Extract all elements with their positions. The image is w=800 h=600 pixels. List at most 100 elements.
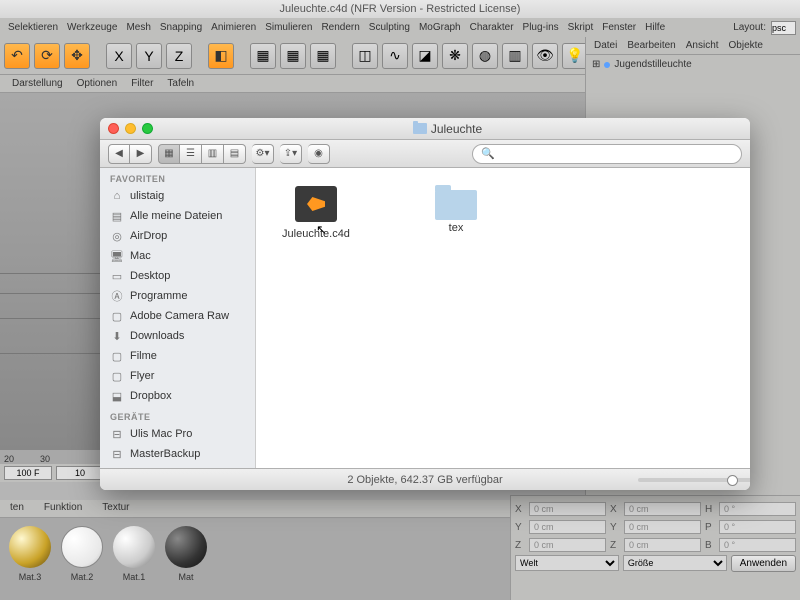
menu-item[interactable]: Mesh bbox=[122, 22, 154, 33]
menu-item[interactable]: Plug-ins bbox=[519, 22, 563, 33]
sidebar-item[interactable]: 🖥Mac bbox=[100, 246, 255, 266]
sidebar-item[interactable]: ▭Desktop bbox=[100, 266, 255, 286]
undo-button[interactable]: ↶ bbox=[4, 43, 30, 69]
zoom-button[interactable] bbox=[142, 123, 153, 134]
sidebar-item[interactable]: ▢Filme bbox=[100, 346, 255, 366]
sub-item[interactable]: Optionen bbox=[71, 78, 124, 89]
material-item[interactable]: Mat.1 bbox=[112, 526, 156, 592]
rp-menu-item[interactable]: Datei bbox=[590, 40, 621, 51]
primitive-button[interactable]: ◫ bbox=[352, 43, 378, 69]
menu-item[interactable]: Sculpting bbox=[365, 22, 414, 33]
environment-button[interactable]: ◍ bbox=[472, 43, 498, 69]
menu-item[interactable]: Hilfe bbox=[641, 22, 669, 33]
size-field[interactable]: 0 cm bbox=[624, 538, 701, 552]
size-select[interactable]: Größe bbox=[623, 555, 727, 571]
tick: 20 bbox=[4, 454, 14, 464]
redo-button[interactable]: ⟳ bbox=[34, 43, 60, 69]
material-tabs: ten Funktion Textur bbox=[0, 500, 585, 518]
sidebar-item[interactable]: ⌂ulistaig bbox=[100, 186, 255, 206]
search-input[interactable]: 🔍 bbox=[472, 144, 742, 164]
size-field[interactable]: 0 cm bbox=[624, 502, 701, 516]
menu-item[interactable]: MoGraph bbox=[415, 22, 465, 33]
airdrop-icon: ◎ bbox=[110, 229, 124, 243]
sidebar-item-label: Flyer bbox=[130, 370, 154, 382]
material-item[interactable]: Mat bbox=[164, 526, 208, 592]
sidebar-item[interactable]: ⬓Dropbox bbox=[100, 386, 255, 406]
file-area[interactable]: Juleuchte.c4dtex↖ bbox=[256, 168, 750, 468]
rp-menu-item[interactable]: Bearbeiten bbox=[623, 40, 679, 51]
rp-menu-item[interactable]: Ansicht bbox=[682, 40, 723, 51]
menu-item[interactable]: Selektieren bbox=[4, 22, 62, 33]
render-button[interactable]: ▦ bbox=[250, 43, 276, 69]
sidebar-item[interactable]: ▤Alle meine Dateien bbox=[100, 206, 255, 226]
menu-item[interactable]: Skript bbox=[564, 22, 598, 33]
action-button[interactable]: ⚙▾ bbox=[252, 144, 274, 164]
tab[interactable]: ten bbox=[0, 500, 34, 517]
coverflow-view-button[interactable]: ▤ bbox=[224, 144, 246, 164]
share-button[interactable]: ⇪▾ bbox=[280, 144, 302, 164]
x-axis-button[interactable]: X bbox=[106, 43, 132, 69]
finder-titlebar[interactable]: Juleuchte bbox=[100, 118, 750, 140]
sidebar-item[interactable]: ▢Flyer bbox=[100, 366, 255, 386]
camera-button[interactable]: ▥ bbox=[502, 43, 528, 69]
menu-item[interactable]: Werkzeuge bbox=[63, 22, 121, 33]
minimize-button[interactable] bbox=[125, 123, 136, 134]
sub-item[interactable]: Darstellung bbox=[6, 78, 69, 89]
menu-item[interactable]: Charakter bbox=[466, 22, 518, 33]
spline-button[interactable]: ∿ bbox=[382, 43, 408, 69]
render-region-button[interactable]: ▦ bbox=[280, 43, 306, 69]
menu-item[interactable]: Fenster bbox=[598, 22, 640, 33]
rot-field[interactable]: 0 ° bbox=[719, 502, 796, 516]
sidebar-device[interactable]: ⊟Ulis Mac Pro bbox=[100, 424, 255, 444]
apply-button[interactable]: Anwenden bbox=[731, 555, 796, 572]
tab[interactable]: Textur bbox=[92, 500, 139, 517]
sub-item[interactable]: Tafeln bbox=[161, 78, 200, 89]
file-item[interactable]: tex bbox=[416, 186, 496, 234]
material-item[interactable]: Mat.2 bbox=[60, 526, 104, 592]
deformer-button[interactable]: ❋ bbox=[442, 43, 468, 69]
material-item[interactable]: Mat.3 bbox=[8, 526, 52, 592]
sidebar-item[interactable]: ⒶProgramme bbox=[100, 286, 255, 306]
sub-item[interactable]: Filter bbox=[125, 78, 159, 89]
generator-button[interactable]: ◪ bbox=[412, 43, 438, 69]
menu-item[interactable]: Simulieren bbox=[261, 22, 316, 33]
expand-icon[interactable]: ⊞ bbox=[592, 59, 600, 70]
pos-field[interactable]: 0 cm bbox=[529, 502, 606, 516]
forward-button[interactable]: ▶ bbox=[130, 144, 152, 164]
column-view-button[interactable]: ▥ bbox=[202, 144, 224, 164]
sidebar-item[interactable]: ◎AirDrop bbox=[100, 226, 255, 246]
move-button[interactable]: ✥ bbox=[64, 43, 90, 69]
list-view-button[interactable]: ☰ bbox=[180, 144, 202, 164]
size-field[interactable]: 0 cm bbox=[624, 520, 701, 534]
material-preview bbox=[165, 526, 207, 568]
rp-menu-item[interactable]: Objekte bbox=[725, 40, 767, 51]
menu-item[interactable]: Rendern bbox=[317, 22, 363, 33]
render-settings-button[interactable]: ▦ bbox=[310, 43, 336, 69]
tags-button[interactable]: ◉ bbox=[308, 144, 330, 164]
menu-item[interactable]: Snapping bbox=[156, 22, 206, 33]
close-button[interactable] bbox=[108, 123, 119, 134]
menu-item[interactable]: Animieren bbox=[207, 22, 260, 33]
layout-field[interactable] bbox=[771, 21, 796, 35]
sidebar-device[interactable]: ⊟MasterBackup bbox=[100, 444, 255, 464]
object-tree[interactable]: ⊞ Jugendstilleuchte bbox=[586, 55, 800, 74]
rot-field[interactable]: 0 ° bbox=[719, 520, 796, 534]
sidebar-item-label: Mac bbox=[130, 250, 151, 262]
frame-field[interactable]: 100 F bbox=[4, 466, 52, 480]
world-select[interactable]: Welt bbox=[515, 555, 619, 571]
tree-item[interactable]: ⊞ Jugendstilleuchte bbox=[592, 59, 794, 70]
sidebar-item[interactable]: ▢Adobe Camera Raw bbox=[100, 306, 255, 326]
pos-field[interactable]: 0 cm bbox=[529, 520, 606, 534]
cube-button[interactable]: ◧ bbox=[208, 43, 234, 69]
z-axis-button[interactable]: Z bbox=[166, 43, 192, 69]
light-button[interactable]: 👁 bbox=[532, 43, 558, 69]
y-axis-button[interactable]: Y bbox=[136, 43, 162, 69]
tab[interactable]: Funktion bbox=[34, 500, 92, 517]
sidebar-item[interactable]: ⬇Downloads bbox=[100, 326, 255, 346]
frame-max-field[interactable]: 10 bbox=[56, 466, 104, 480]
icon-view-button[interactable]: ▦ bbox=[158, 144, 180, 164]
pos-field[interactable]: 0 cm bbox=[529, 538, 606, 552]
back-button[interactable]: ◀ bbox=[108, 144, 130, 164]
zoom-slider[interactable] bbox=[638, 475, 738, 485]
rot-field[interactable]: 0 ° bbox=[719, 538, 796, 552]
